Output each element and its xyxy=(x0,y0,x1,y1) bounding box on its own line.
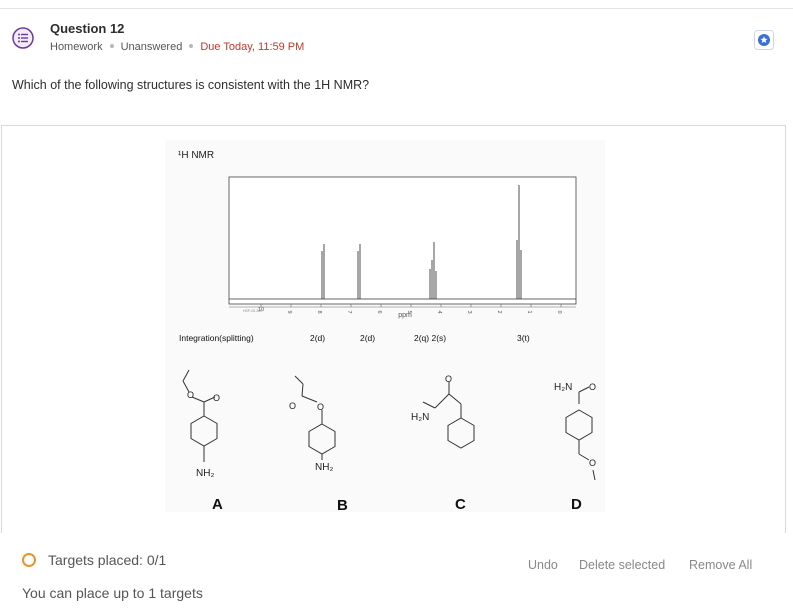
question-title: Question 12 xyxy=(50,21,125,36)
hotspot-figure[interactable]: ¹H NMR 10 9 8 7 6 5 4 3 2 1 0 HSP-00-300 ppm Integ… xyxy=(165,140,605,512)
axis-tick-label: 6 xyxy=(376,310,382,313)
delete-selected-button[interactable]: Delete selected xyxy=(579,558,665,572)
top-divider xyxy=(0,8,793,9)
axis-tick-label: 4 xyxy=(436,310,442,313)
option-label-c: C xyxy=(455,496,466,513)
targets-limit: You can place up to 1 targets xyxy=(22,585,203,601)
question-list-icon xyxy=(12,27,34,49)
svg-text:O: O xyxy=(187,390,194,400)
axis-tick-label: 7 xyxy=(346,310,352,313)
svg-text:O: O xyxy=(317,402,324,412)
svg-text:O: O xyxy=(445,374,452,384)
spectrum-frame xyxy=(228,176,577,305)
integration-label: Integration(splitting) xyxy=(179,333,254,343)
question-due: Due Today, 11:59 PM xyxy=(200,41,305,53)
structure-a-group: NH₂ xyxy=(196,468,214,479)
targets-placed: Targets placed: 0/1 xyxy=(48,552,167,568)
target-ring-icon xyxy=(22,553,36,567)
axis-tick-label: 0 xyxy=(556,310,562,313)
integration-4: 3(t) xyxy=(517,333,530,343)
targets-status: Targets placed: 0/1 xyxy=(22,552,166,568)
question-type: Homework xyxy=(50,41,103,53)
spectrum-watermark: HSP-00-300 xyxy=(243,309,262,313)
svg-text:O: O xyxy=(589,382,596,392)
axis-tick-label: 3 xyxy=(466,310,472,313)
integration-1: 2(d) xyxy=(310,333,325,343)
axis-tick-label: 2 xyxy=(496,310,502,313)
integration-2: 2(d) xyxy=(360,333,375,343)
svg-text:O: O xyxy=(213,393,220,403)
structure-d-group: H₂N xyxy=(554,382,572,393)
svg-text:O: O xyxy=(289,401,296,411)
option-label-a: A xyxy=(212,496,223,513)
structure-b[interactable]: NH₂ O O xyxy=(289,375,336,473)
axis-tick-label: 8 xyxy=(316,310,322,313)
nmr-heading: ¹H NMR xyxy=(178,150,214,161)
integration-3: 2(q) 2(s) xyxy=(414,333,446,343)
axis-tick-label: 1 xyxy=(526,310,532,313)
remove-all-button[interactable]: Remove All xyxy=(689,558,752,572)
structure-c[interactable]: H₂N O xyxy=(411,374,475,449)
axis-tick-label: 9 xyxy=(286,310,292,313)
question-meta: Homework Unanswered Due Today, 11:59 PM xyxy=(50,41,304,53)
structure-c-group: H₂N xyxy=(411,412,429,423)
option-label-b: B xyxy=(337,497,348,514)
svg-text:O: O xyxy=(589,458,596,468)
x-axis-unit: ppm xyxy=(398,312,412,319)
structure-a[interactable]: NH₂ O O xyxy=(182,369,220,479)
undo-button[interactable]: Undo xyxy=(528,558,558,572)
structure-d[interactable]: H₂N O O xyxy=(554,382,596,481)
question-prompt: Which of the following structures is con… xyxy=(12,78,370,92)
option-label-d: D xyxy=(571,496,582,513)
flag-question-icon[interactable] xyxy=(754,30,774,50)
question-status: Unanswered xyxy=(120,41,183,53)
structure-b-group: NH₂ xyxy=(315,462,333,473)
